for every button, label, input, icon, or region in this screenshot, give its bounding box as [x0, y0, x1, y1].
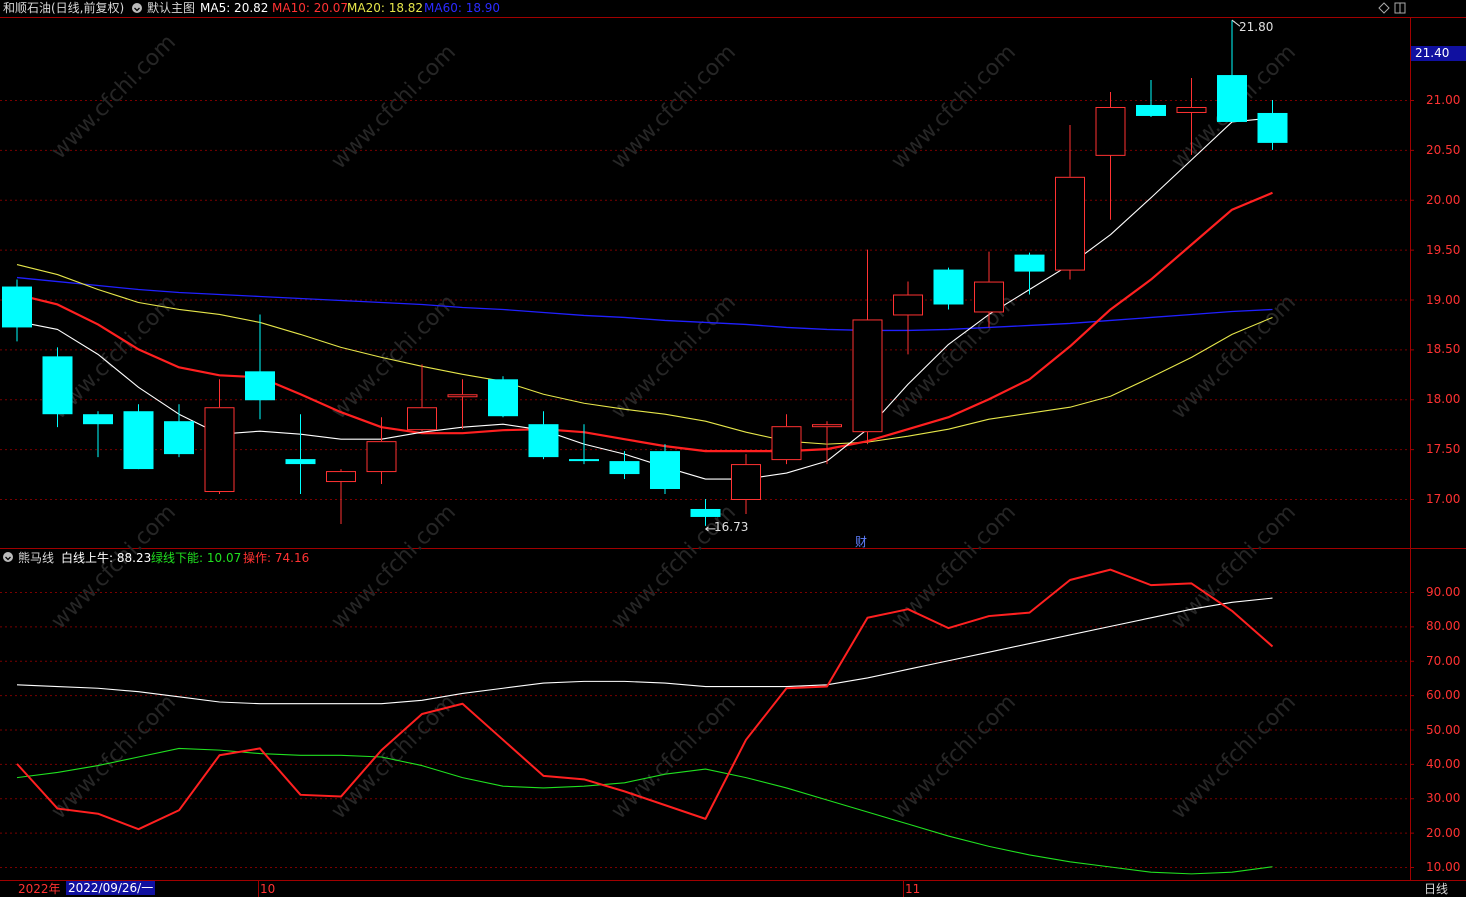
candle[interactable] [1055, 124, 1085, 280]
price-axis-label: 21.00 [1426, 93, 1461, 107]
candle[interactable] [1217, 20, 1247, 122]
candle[interactable] [447, 379, 478, 430]
watermark-text: www.cfchi.com [327, 290, 461, 424]
watermark-text: www.cfchi.com [47, 690, 181, 824]
indicator-axis-label: 20.00 [1426, 825, 1461, 840]
watermark-text: www.cfchi.com [327, 40, 461, 174]
candle[interactable] [812, 421, 842, 465]
white-bull-line [16, 597, 1273, 705]
stock-title[interactable]: 和顺石油(日线,前复权) [3, 1, 124, 15]
price-axis-label: 17.00 [1426, 492, 1461, 506]
indicator-axis-label: 50.00 [1426, 722, 1461, 737]
candle[interactable] [893, 281, 923, 355]
candle[interactable] [933, 267, 964, 310]
indicator-axis-label: 90.00 [1426, 585, 1461, 599]
indicator-axis-label: 60.00 [1426, 688, 1461, 703]
main-chart-name[interactable]: 默认主图 [147, 1, 195, 15]
candle[interactable] [366, 417, 397, 485]
candle[interactable] [1257, 100, 1288, 150]
low-price-marker: 16.73 [714, 520, 749, 534]
indicator-name[interactable]: 熊马线 [18, 551, 54, 565]
price-axis-label: 19.50 [1426, 242, 1461, 257]
watermark-text: www.cfchi.com [1167, 690, 1301, 824]
candle[interactable] [488, 376, 518, 418]
price-axis-label: 18.50 [1426, 342, 1461, 357]
indicator-dropdown-icon[interactable] [3, 552, 13, 562]
candle[interactable] [83, 411, 113, 458]
footer-year: 2022年 [18, 882, 61, 896]
watermark-text: www.cfchi.com [607, 690, 741, 824]
indicator-lines [16, 568, 1274, 875]
footer-month-oct: 10 [260, 882, 276, 896]
indicator-axis-label: 40.00 [1426, 756, 1461, 771]
watermark-text: www.cfchi.com [1167, 500, 1301, 634]
candle[interactable] [852, 249, 883, 445]
footer-cursor-date: 2022/09/26/一 [66, 881, 156, 895]
candle[interactable] [771, 414, 802, 465]
indicator-white-label: 白线上牛: 88.23 [61, 551, 152, 565]
dropdown-circle-icon[interactable] [132, 3, 142, 13]
window-toggle-icon[interactable] [1394, 2, 1406, 17]
candle[interactable] [650, 444, 680, 495]
watermark-text: www.cfchi.com [887, 690, 1021, 824]
candle[interactable] [285, 414, 316, 495]
candle[interactable] [164, 404, 194, 458]
candle[interactable] [731, 454, 761, 514]
watermark-text: www.cfchi.com [607, 40, 741, 174]
candle[interactable] [569, 424, 599, 465]
indicator-axis-label: 70.00 [1426, 653, 1461, 668]
candle[interactable] [1136, 80, 1166, 117]
watermark-text: www.cfchi.com [327, 500, 461, 634]
price-axis-label: 17.50 [1426, 442, 1461, 457]
candle[interactable] [2, 279, 32, 342]
candle[interactable] [326, 469, 356, 524]
price-axis-label: 20.00 [1426, 192, 1461, 207]
price-axis-label: 18.00 [1426, 392, 1461, 407]
indicator-axis-label: 10.00 [1426, 860, 1461, 874]
finance-event-marker[interactable]: 财 [855, 535, 867, 549]
indicator-axis-label: 30.00 [1426, 791, 1461, 806]
ma10-label: MA10: 20.07 [272, 1, 349, 15]
indicator-green-label: 绿线下能: 10.07 [151, 551, 242, 565]
candle[interactable] [407, 364, 437, 432]
current-price-box: 21.40 [1411, 46, 1466, 61]
indicator-red-label: 操作: 74.16 [243, 551, 310, 565]
chart-canvas[interactable]: www.cfchi.com www.cfchi.com www.cfchi.com w… [0, 0, 1466, 897]
candle[interactable] [123, 404, 154, 470]
candlestick-series [2, 20, 1288, 526]
watermark-text: www.cfchi.com [47, 30, 181, 164]
candle[interactable] [1014, 252, 1045, 295]
candle[interactable] [204, 379, 235, 495]
watermark-text: www.cfchi.com [887, 40, 1021, 174]
ma5-label: MA5: 20.82 [200, 1, 269, 15]
candle[interactable] [528, 411, 559, 460]
ma20-label: MA20: 18.82 [347, 1, 424, 15]
high-price-marker: 21.80 [1239, 20, 1274, 34]
watermark-text: www.cfchi.com [47, 500, 181, 634]
indicator-axis-label: 80.00 [1426, 619, 1461, 634]
ma60-label: MA60: 18.90 [424, 1, 501, 15]
candle[interactable] [245, 314, 275, 420]
stock-chart-window: www.cfchi.com www.cfchi.com www.cfchi.com w… [0, 0, 1466, 897]
watermark-text: www.cfchi.com [607, 290, 741, 424]
period-selector[interactable]: 日线 [1424, 882, 1448, 896]
price-axis-label: 19.00 [1426, 292, 1461, 307]
watermark-text: www.cfchi.com [1167, 290, 1301, 424]
diamond-icon[interactable] [1378, 2, 1390, 17]
ma60-line [16, 276, 1273, 332]
candle[interactable] [609, 451, 640, 480]
footer-month-nov: 11 [905, 882, 921, 896]
price-axis-label: 20.50 [1426, 142, 1461, 157]
